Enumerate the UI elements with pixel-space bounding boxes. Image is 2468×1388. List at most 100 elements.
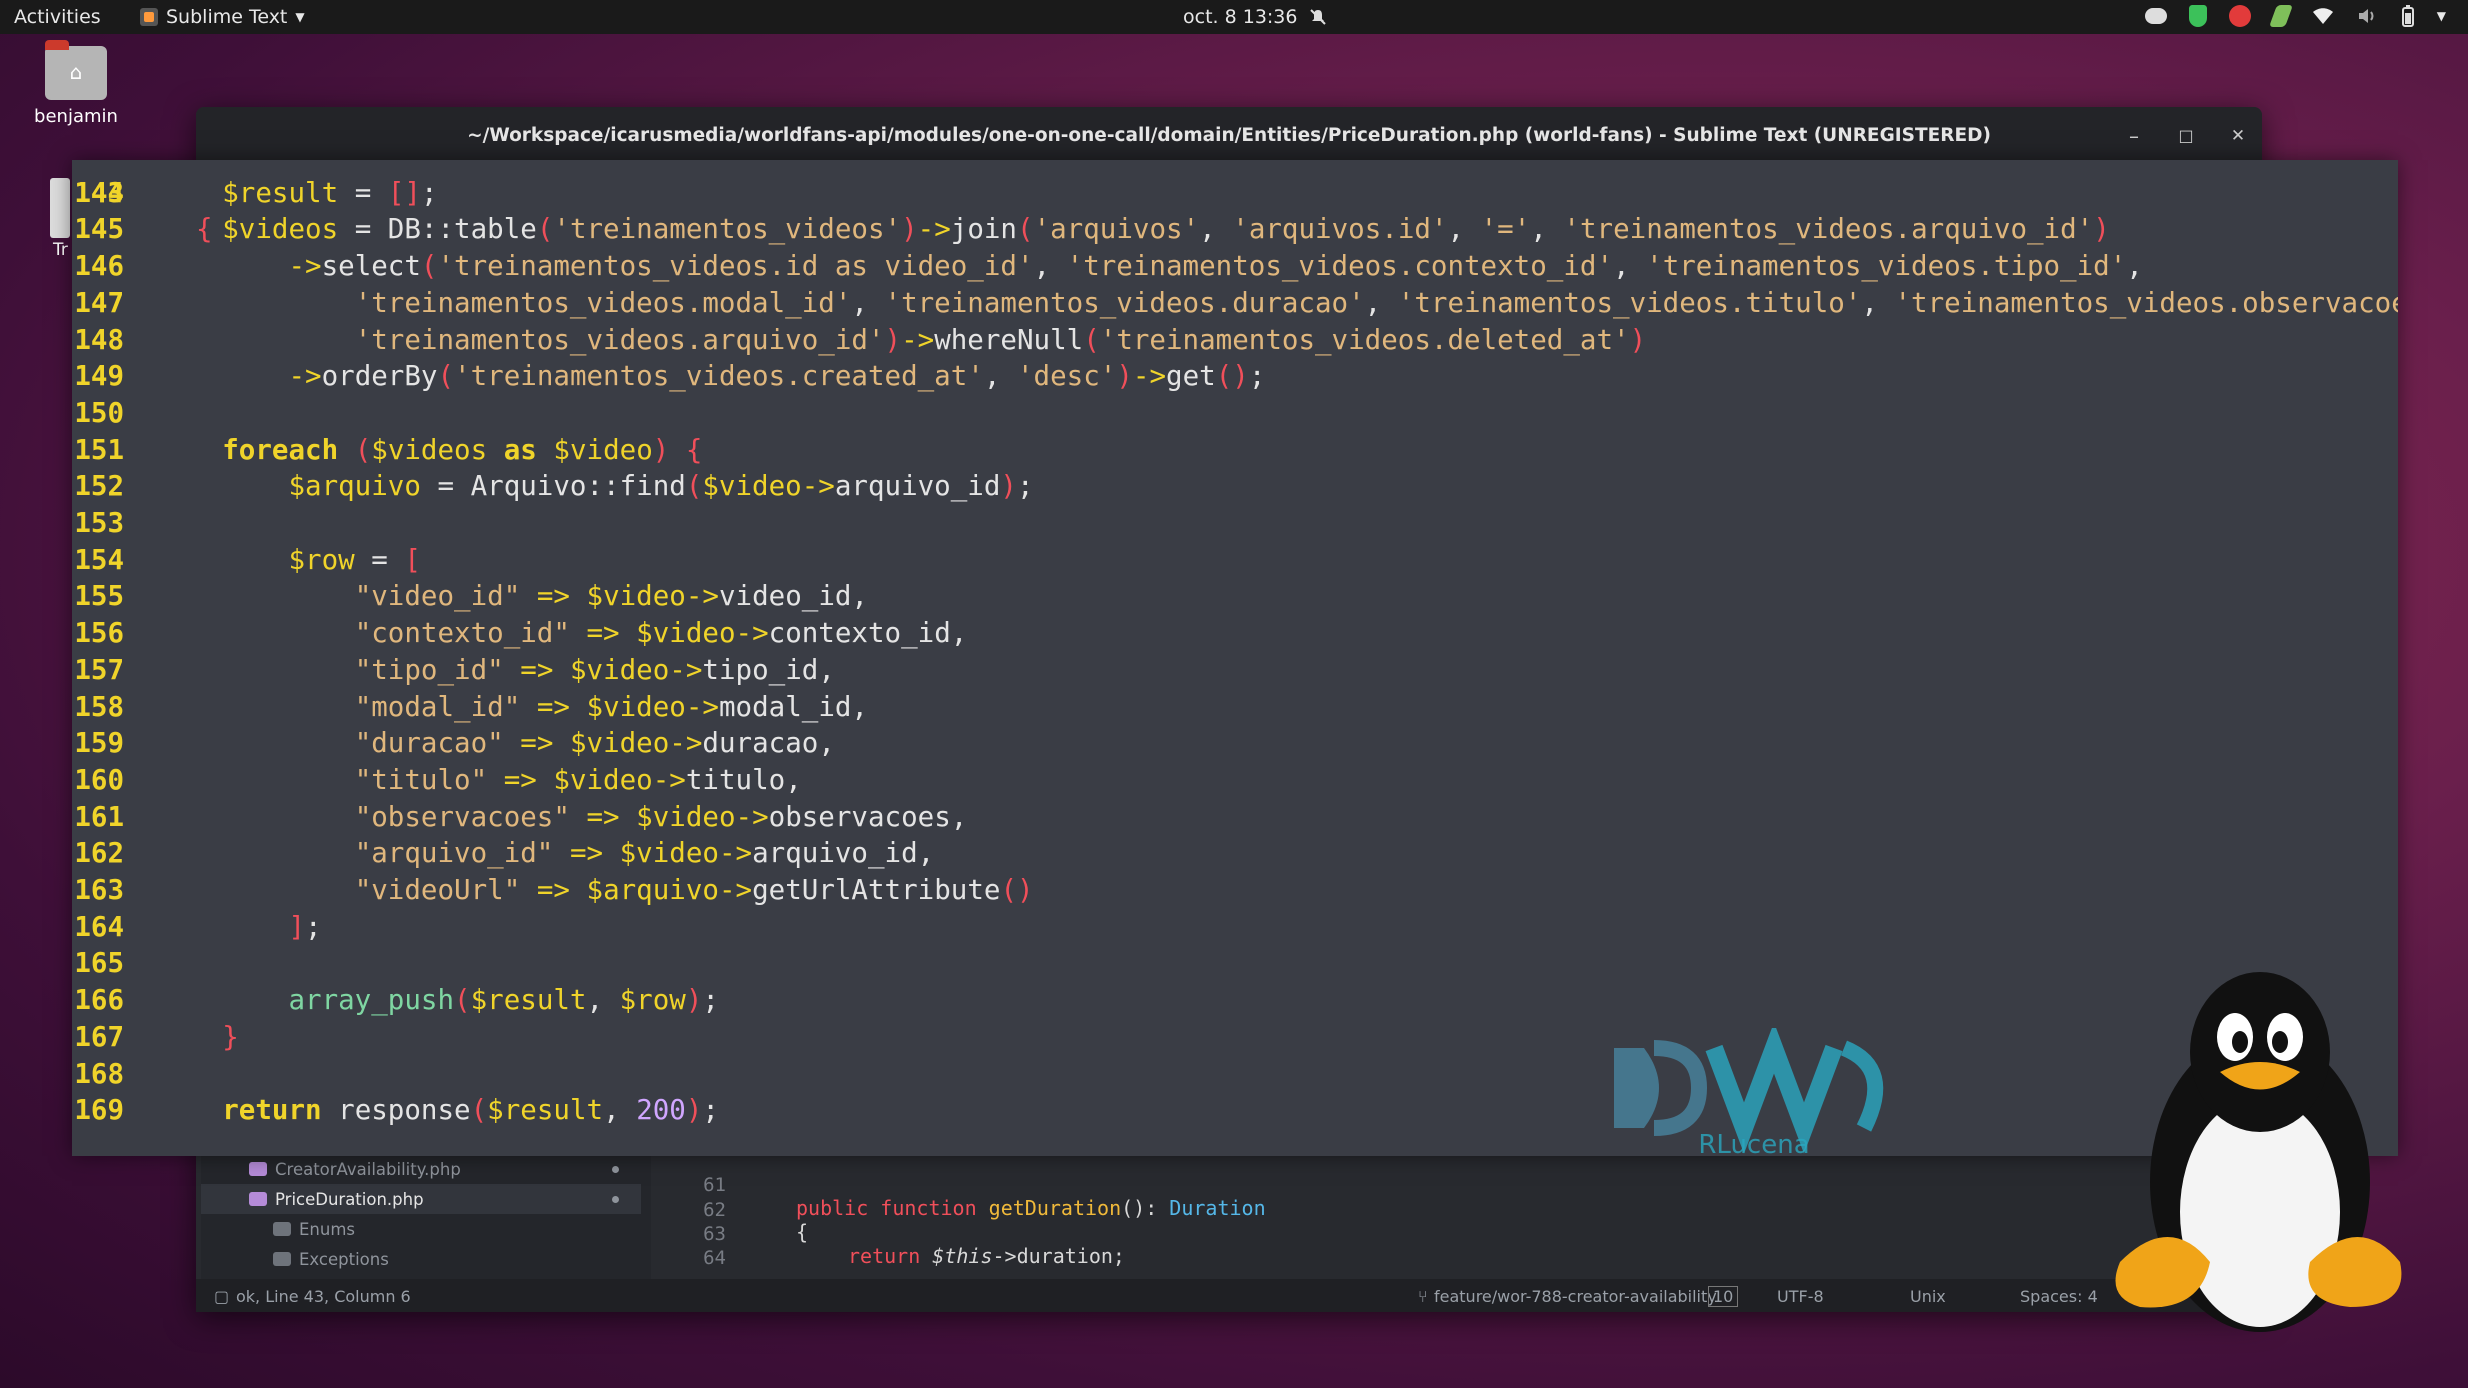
code-line: 146 ->select('treinamentos_videos.id as … xyxy=(72,248,2398,285)
line-number: 148 xyxy=(74,323,124,356)
line-number: 61 xyxy=(703,1174,726,1196)
code-text: "duracao" => $video->duracao, xyxy=(354,727,835,760)
line-number: 145 xyxy=(74,213,124,246)
code-line: 150 xyxy=(72,395,2398,432)
code-text: foreach ($videos as $video) { xyxy=(222,433,703,466)
wifi-icon[interactable] xyxy=(2311,6,2335,26)
code-line: 143 { xyxy=(72,160,2398,246)
indentation[interactable]: Spaces: 4 xyxy=(2020,1287,2098,1306)
code-line: 158 "modal_id" => $video->modal_id, xyxy=(72,689,2398,726)
git-changes-badge: 10 xyxy=(1708,1286,1739,1307)
clock[interactable]: oct. 8 13:36 xyxy=(1183,6,1327,28)
code-line: 149 ->orderBy('treinamentos_videos.creat… xyxy=(72,358,2398,395)
line-number: 154 xyxy=(74,543,124,576)
desktop-home-folder[interactable]: ⌂ benjamin xyxy=(30,40,122,127)
line-endings[interactable]: Unix xyxy=(1910,1287,1946,1306)
code-line: 154 $row = [ xyxy=(72,542,2398,579)
code-line: 153 xyxy=(72,505,2398,542)
system-top-bar: Activities Sublime Text ▼ oct. 8 13:36 ▼ xyxy=(0,0,2468,34)
code-line: { xyxy=(796,1220,809,1244)
home-folder-icon: ⌂ xyxy=(45,40,107,100)
code-text: $arquivo = Arquivo::find($video->arquivo… xyxy=(288,470,1034,503)
code-line: 157 "tipo_id" => $video->tipo_id, xyxy=(72,652,2398,689)
activities-button[interactable]: Activities xyxy=(14,6,101,28)
php-file-icon xyxy=(249,1162,267,1176)
line-number: 151 xyxy=(74,433,124,466)
chevron-down-icon[interactable]: ▼ xyxy=(2437,9,2446,23)
sublime-text-icon xyxy=(140,8,158,26)
code-text: ->select('treinamentos_videos.id as vide… xyxy=(288,250,2143,283)
code-text: array_push($result, $row); xyxy=(288,984,719,1017)
code-text: "modal_id" => $video->modal_id, xyxy=(354,690,868,723)
code-line: 152 $arquivo = Arquivo::find($video->arq… xyxy=(72,468,2398,505)
line-number: 146 xyxy=(74,250,124,283)
line-number: 147 xyxy=(74,286,124,319)
sidebar-item-label: Enums xyxy=(299,1219,356,1239)
code-line: 163 "videoUrl" => $arquivo->getUrlAttrib… xyxy=(72,872,2398,909)
app-menu[interactable]: Sublime Text ▼ xyxy=(140,6,305,28)
code-line: 167 } xyxy=(72,1019,2398,1056)
code-text: $result = []; xyxy=(222,176,438,209)
code-line: 165 xyxy=(72,945,2398,982)
sidebar-folder-enums[interactable]: Enums xyxy=(201,1214,641,1244)
code-text: ]; xyxy=(288,910,322,943)
sidebar-folder-exceptions[interactable]: Exceptions xyxy=(201,1244,641,1274)
code-text: "titulo" => $video->titulo, xyxy=(354,763,802,796)
php-file-icon xyxy=(249,1192,267,1206)
line-number: 158 xyxy=(74,690,124,723)
trash-icon[interactable] xyxy=(50,178,70,238)
maximize-button[interactable]: □ xyxy=(2164,107,2208,165)
code-line: 155 "video_id" => $video->video_id, xyxy=(72,578,2398,615)
notifications-muted-icon xyxy=(1310,9,1327,25)
code-text: $row = [ xyxy=(288,543,421,576)
desktop-home-label: benjamin xyxy=(34,106,118,127)
line-number: 164 xyxy=(74,910,124,943)
git-branch[interactable]: feature/wor-788-creator-availability xyxy=(1434,1287,1717,1306)
app-menu-label: Sublime Text xyxy=(166,6,288,28)
code-text: } xyxy=(222,1020,239,1053)
extension-icon[interactable] xyxy=(2268,5,2293,27)
code-line: 159 "duracao" => $video->duracao, xyxy=(72,725,2398,762)
line-number: 150 xyxy=(74,396,124,429)
line-number: 168 xyxy=(74,1057,124,1090)
folder-icon xyxy=(273,1222,291,1236)
sidebar-file-creatoravailability[interactable]: CreatorAvailability.php xyxy=(201,1154,641,1184)
line-number: 152 xyxy=(74,470,124,503)
watermark-text: RLucena xyxy=(1698,1130,1809,1156)
system-tray[interactable]: ▼ xyxy=(2144,5,2446,27)
code-text: return response($result, 200); xyxy=(222,1094,719,1127)
shield-icon[interactable] xyxy=(2188,5,2207,27)
unsaved-dot-icon xyxy=(612,1196,619,1203)
battery-icon[interactable] xyxy=(2401,5,2415,27)
code-line: 170 } xyxy=(72,1130,2398,1156)
mail-icon[interactable] xyxy=(2228,5,2251,27)
tux-penguin-image xyxy=(2115,972,2402,1332)
sidebar-file-priceduration[interactable]: PriceDuration.php xyxy=(201,1184,641,1214)
volume-icon[interactable] xyxy=(2357,6,2379,26)
code-text: "videoUrl" => $arquivo->getUrlAttribute(… xyxy=(354,874,1034,906)
line-number: 162 xyxy=(74,837,124,870)
code-text: "video_id" => $video->video_id, xyxy=(354,580,868,613)
line-number: 160 xyxy=(74,763,124,796)
minimize-button[interactable]: – xyxy=(2112,107,2156,165)
sidebar-item-label: PriceDuration.php xyxy=(275,1189,424,1209)
code-line: 161 "observacoes" => $video->observacoes… xyxy=(72,799,2398,836)
code-text: 'treinamentos_videos.arquivo_id')->where… xyxy=(354,323,1647,356)
line-number: 157 xyxy=(74,653,124,686)
close-button[interactable]: ✕ xyxy=(2216,107,2260,165)
discord-icon[interactable] xyxy=(2144,8,2167,24)
encoding[interactable]: UTF-8 xyxy=(1777,1287,1824,1306)
code-text: "contexto_id" => $video->contexto_id, xyxy=(354,617,968,650)
panel-toggle-icon[interactable]: ▢ xyxy=(214,1287,229,1306)
code-text: ->orderBy('treinamentos_videos.created_a… xyxy=(288,360,1266,393)
zoomed-code-view: 143 { 144 $result = []; 145 $videos = DB:… xyxy=(72,160,2398,1156)
code-text: $videos = DB::table('treinamentos_videos… xyxy=(222,213,2110,246)
chevron-down-icon: ▼ xyxy=(295,10,305,24)
code-line: 148 'treinamentos_videos.arquivo_id')->w… xyxy=(72,322,2398,359)
code-line: 145 $videos = DB::table('treinamentos_vi… xyxy=(72,211,2398,248)
code-text: "arquivo_id" => $video->arquivo_id, xyxy=(354,837,935,870)
code-line: 169 return response($result, 200); xyxy=(72,1092,2398,1129)
window-titlebar[interactable]: ~/Workspace/icarusmedia/worldfans-api/mo… xyxy=(196,107,2262,165)
code-text: "tipo_id" => $video->tipo_id, xyxy=(354,653,835,686)
code-line: 156 "contexto_id" => $video->contexto_id… xyxy=(72,615,2398,652)
